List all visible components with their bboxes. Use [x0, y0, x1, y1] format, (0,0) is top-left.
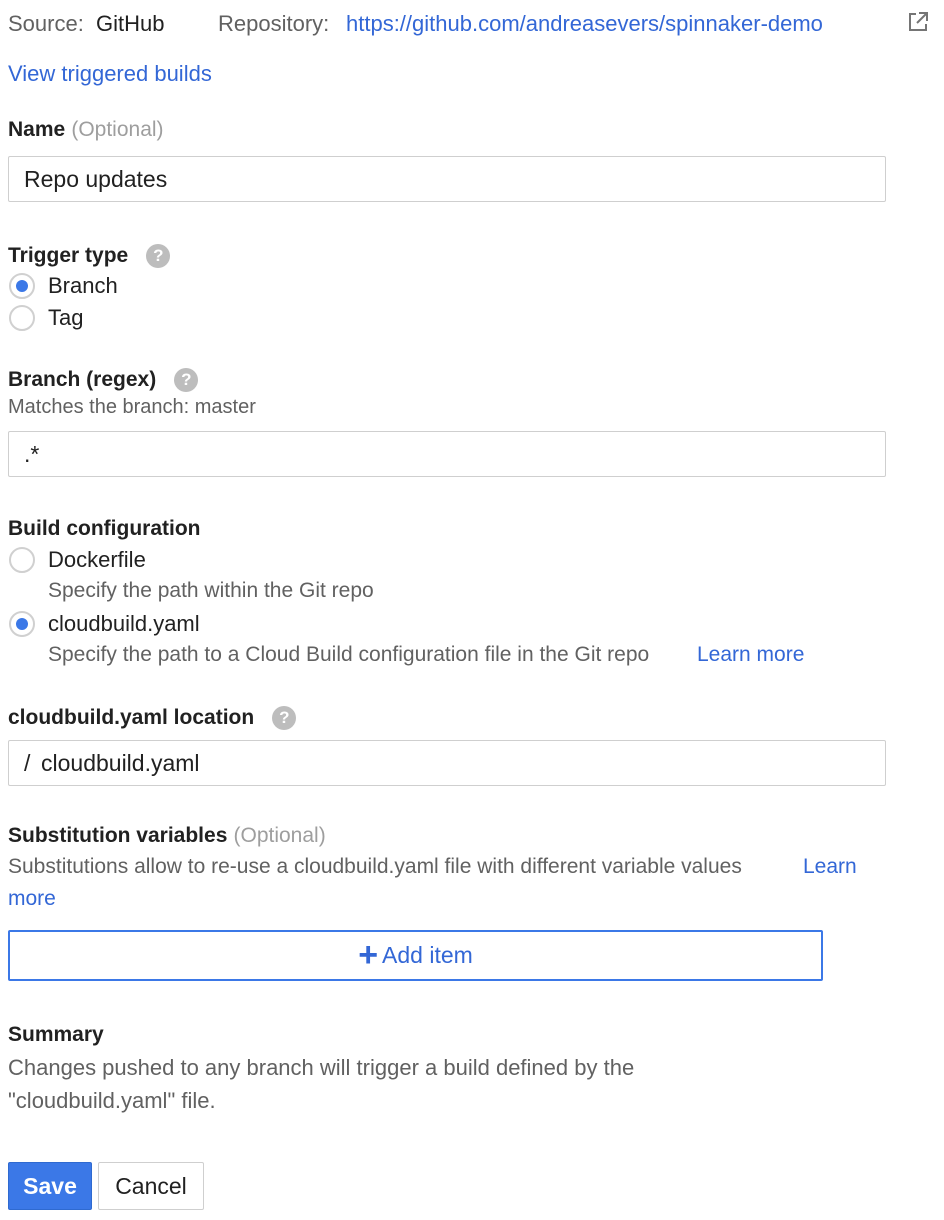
trigger-type-label: Trigger type — [8, 244, 129, 267]
branch-hint: Matches the branch: master — [8, 396, 256, 418]
learn-more-link[interactable]: Learn more — [697, 642, 804, 668]
name-optional: (Optional) — [71, 118, 164, 141]
radio-branch-label[interactable]: Branch — [48, 273, 118, 299]
radio-tag[interactable] — [9, 305, 35, 331]
trigger-type-label-row: Trigger type ? — [8, 242, 171, 269]
name-input[interactable] — [8, 156, 886, 202]
radio-tag-label[interactable]: Tag — [48, 305, 83, 331]
view-triggered-builds-link[interactable]: View triggered builds — [8, 61, 212, 87]
branch-label-row: Branch (regex) ? — [8, 366, 199, 393]
source-value: GitHub — [96, 11, 165, 36]
summary-line-1: Changes pushed to any branch will trigge… — [8, 1055, 635, 1080]
name-label-row: Name (Optional) — [8, 116, 164, 143]
save-button[interactable]: Save — [8, 1162, 92, 1210]
add-item-label: Add item — [382, 942, 473, 968]
help-icon[interactable]: ? — [146, 244, 171, 269]
repository-label: Repository: — [218, 11, 330, 36]
radio-cloudbuild-label[interactable]: cloudbuild.yaml — [48, 611, 200, 637]
substitution-label-row: Substitution variables (Optional) — [8, 822, 326, 849]
summary-line-2: "cloudbuild.yaml" file. — [8, 1088, 216, 1113]
help-icon[interactable]: ? — [174, 368, 199, 393]
cloudbuild-description: Specify the path to a Cloud Build config… — [48, 643, 650, 666]
substitution-description: Substitutions allow to re-use a cloudbui… — [8, 855, 742, 878]
name-label: Name — [8, 118, 66, 141]
substitution-more-link[interactable]: more — [8, 886, 56, 912]
help-icon[interactable]: ? — [272, 706, 297, 731]
external-link-icon[interactable] — [906, 10, 930, 34]
source-label: Source: — [8, 11, 84, 36]
radio-dockerfile-label[interactable]: Dockerfile — [48, 547, 146, 573]
location-input[interactable] — [41, 741, 871, 785]
substitution-optional: (Optional) — [233, 824, 326, 847]
plus-icon: + — [358, 936, 379, 974]
repository-link[interactable]: https://github.com/andreasevers/spinnake… — [346, 11, 823, 37]
radio-cloudbuild[interactable] — [9, 611, 35, 637]
cancel-button[interactable]: Cancel — [98, 1162, 204, 1210]
branch-regex-input[interactable] — [8, 431, 886, 477]
location-field[interactable]: / — [8, 740, 886, 786]
branch-label: Branch (regex) — [8, 368, 157, 391]
add-item-button[interactable]: + Add item — [8, 930, 823, 981]
substitution-label: Substitution variables — [8, 824, 228, 847]
radio-dockerfile[interactable] — [9, 547, 35, 573]
location-label: cloudbuild.yaml location — [8, 706, 255, 729]
substitution-learn-link[interactable]: Learn — [803, 854, 857, 880]
build-config-label: Build configuration — [8, 517, 201, 540]
radio-branch[interactable] — [9, 273, 35, 299]
dockerfile-description: Specify the path within the Git repo — [48, 579, 374, 602]
location-label-row: cloudbuild.yaml location ? — [8, 704, 297, 731]
location-prefix: / — [24, 750, 31, 776]
summary-label: Summary — [8, 1023, 104, 1046]
